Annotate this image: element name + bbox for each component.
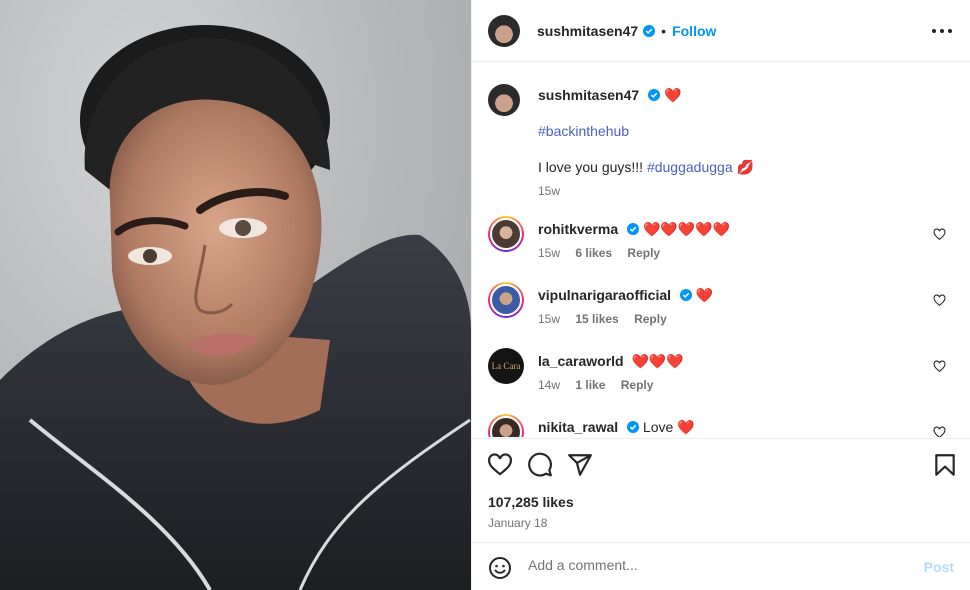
comment-text: ❤️❤️❤️❤️❤️	[642, 221, 731, 237]
caption-username[interactable]: sushmitasen47	[538, 87, 639, 103]
commenter-username[interactable]: rohitkverma	[538, 221, 618, 237]
separator-dot: •	[661, 22, 667, 39]
verified-icon	[679, 289, 692, 301]
commenter-avatar[interactable]	[488, 282, 524, 318]
post-photo[interactable]	[0, 0, 471, 590]
comment-text: ❤️	[695, 287, 714, 303]
comment-item: nikita_rawal Love ❤️	[488, 414, 958, 437]
hashtag-link[interactable]: #duggadugga	[647, 159, 733, 175]
hashtag-link[interactable]: #backinthehub	[538, 123, 629, 139]
comment-item: La Cara la_caraworld ❤️❤️❤️ 14w 1 like R…	[488, 348, 958, 398]
commenter-avatar[interactable]: La Cara	[488, 348, 524, 384]
comment-text: Love ❤️	[642, 419, 695, 435]
follow-button[interactable]: Follow	[672, 23, 716, 39]
comment-composer: Post	[472, 542, 970, 590]
reply-button[interactable]: Reply	[627, 246, 660, 260]
commenter-username[interactable]: vipulnarigaraofficial	[538, 287, 671, 303]
share-icon[interactable]	[567, 452, 593, 478]
commenter-avatar[interactable]	[488, 216, 524, 252]
comment-item: vipulnarigaraofficial ❤️ 15w 15 likes Re…	[488, 282, 958, 332]
post-comment-button[interactable]: Post	[924, 559, 954, 575]
like-heart-icon[interactable]	[487, 452, 513, 478]
comments-scroll[interactable]: sushmitasen47 ❤️ #backinthehub I love yo…	[472, 62, 970, 437]
comment-time: 14w	[538, 378, 561, 392]
reply-button[interactable]: Reply	[634, 312, 667, 326]
post-details-panel: sushmitasen47 • Follow sushmitasen47 ❤️ …	[471, 0, 970, 590]
verified-icon	[643, 24, 656, 37]
author-avatar[interactable]	[488, 14, 520, 47]
la-cara-logo: La Cara	[488, 348, 524, 384]
commenter-username[interactable]: nikita_rawal	[538, 419, 618, 435]
post-header: sushmitasen47 • Follow	[472, 0, 970, 62]
reply-button[interactable]: Reply	[621, 378, 654, 392]
bookmark-icon[interactable]	[932, 452, 958, 478]
comment-likes[interactable]: 6 likes	[575, 246, 612, 260]
comment-input[interactable]	[528, 557, 908, 573]
author-username[interactable]: sushmitasen47	[537, 23, 638, 39]
comment-time: 15w	[538, 246, 561, 260]
post-date: January 18	[488, 516, 548, 530]
heart-icon[interactable]	[933, 426, 946, 437]
comment-likes[interactable]: 1 like	[575, 378, 605, 392]
caption-heart: ❤️	[663, 87, 682, 103]
comment-text: ❤️❤️❤️	[631, 353, 684, 369]
more-options-icon[interactable]	[932, 22, 952, 40]
heart-icon[interactable]	[933, 228, 946, 241]
heart-icon[interactable]	[933, 360, 946, 373]
emoji-icon[interactable]	[488, 556, 512, 580]
comment-item: rohitkverma ❤️❤️❤️❤️❤️ 15w 6 likes Reply	[488, 216, 958, 266]
heart-icon[interactable]	[933, 294, 946, 307]
caption-emoji: 💋	[736, 159, 754, 175]
comment-likes[interactable]: 15 likes	[575, 312, 618, 326]
verified-icon	[648, 89, 661, 101]
likes-count[interactable]: 107,285 likes	[488, 494, 574, 510]
commenter-avatar[interactable]	[488, 414, 524, 437]
verified-icon	[627, 421, 640, 433]
post-viewer: sushmitasen47 • Follow sushmitasen47 ❤️ …	[0, 0, 970, 590]
post-actions: 107,285 likes January 18	[472, 438, 970, 542]
verified-icon	[627, 223, 640, 235]
caption-text: I love you guys!!!	[538, 159, 644, 175]
caption-time: 15w	[538, 184, 561, 198]
comment-time: 15w	[538, 312, 561, 326]
commenter-username[interactable]: la_caraworld	[538, 353, 624, 369]
comment-icon[interactable]	[527, 452, 553, 478]
caption-avatar[interactable]	[488, 84, 520, 116]
portrait-image	[0, 0, 471, 590]
